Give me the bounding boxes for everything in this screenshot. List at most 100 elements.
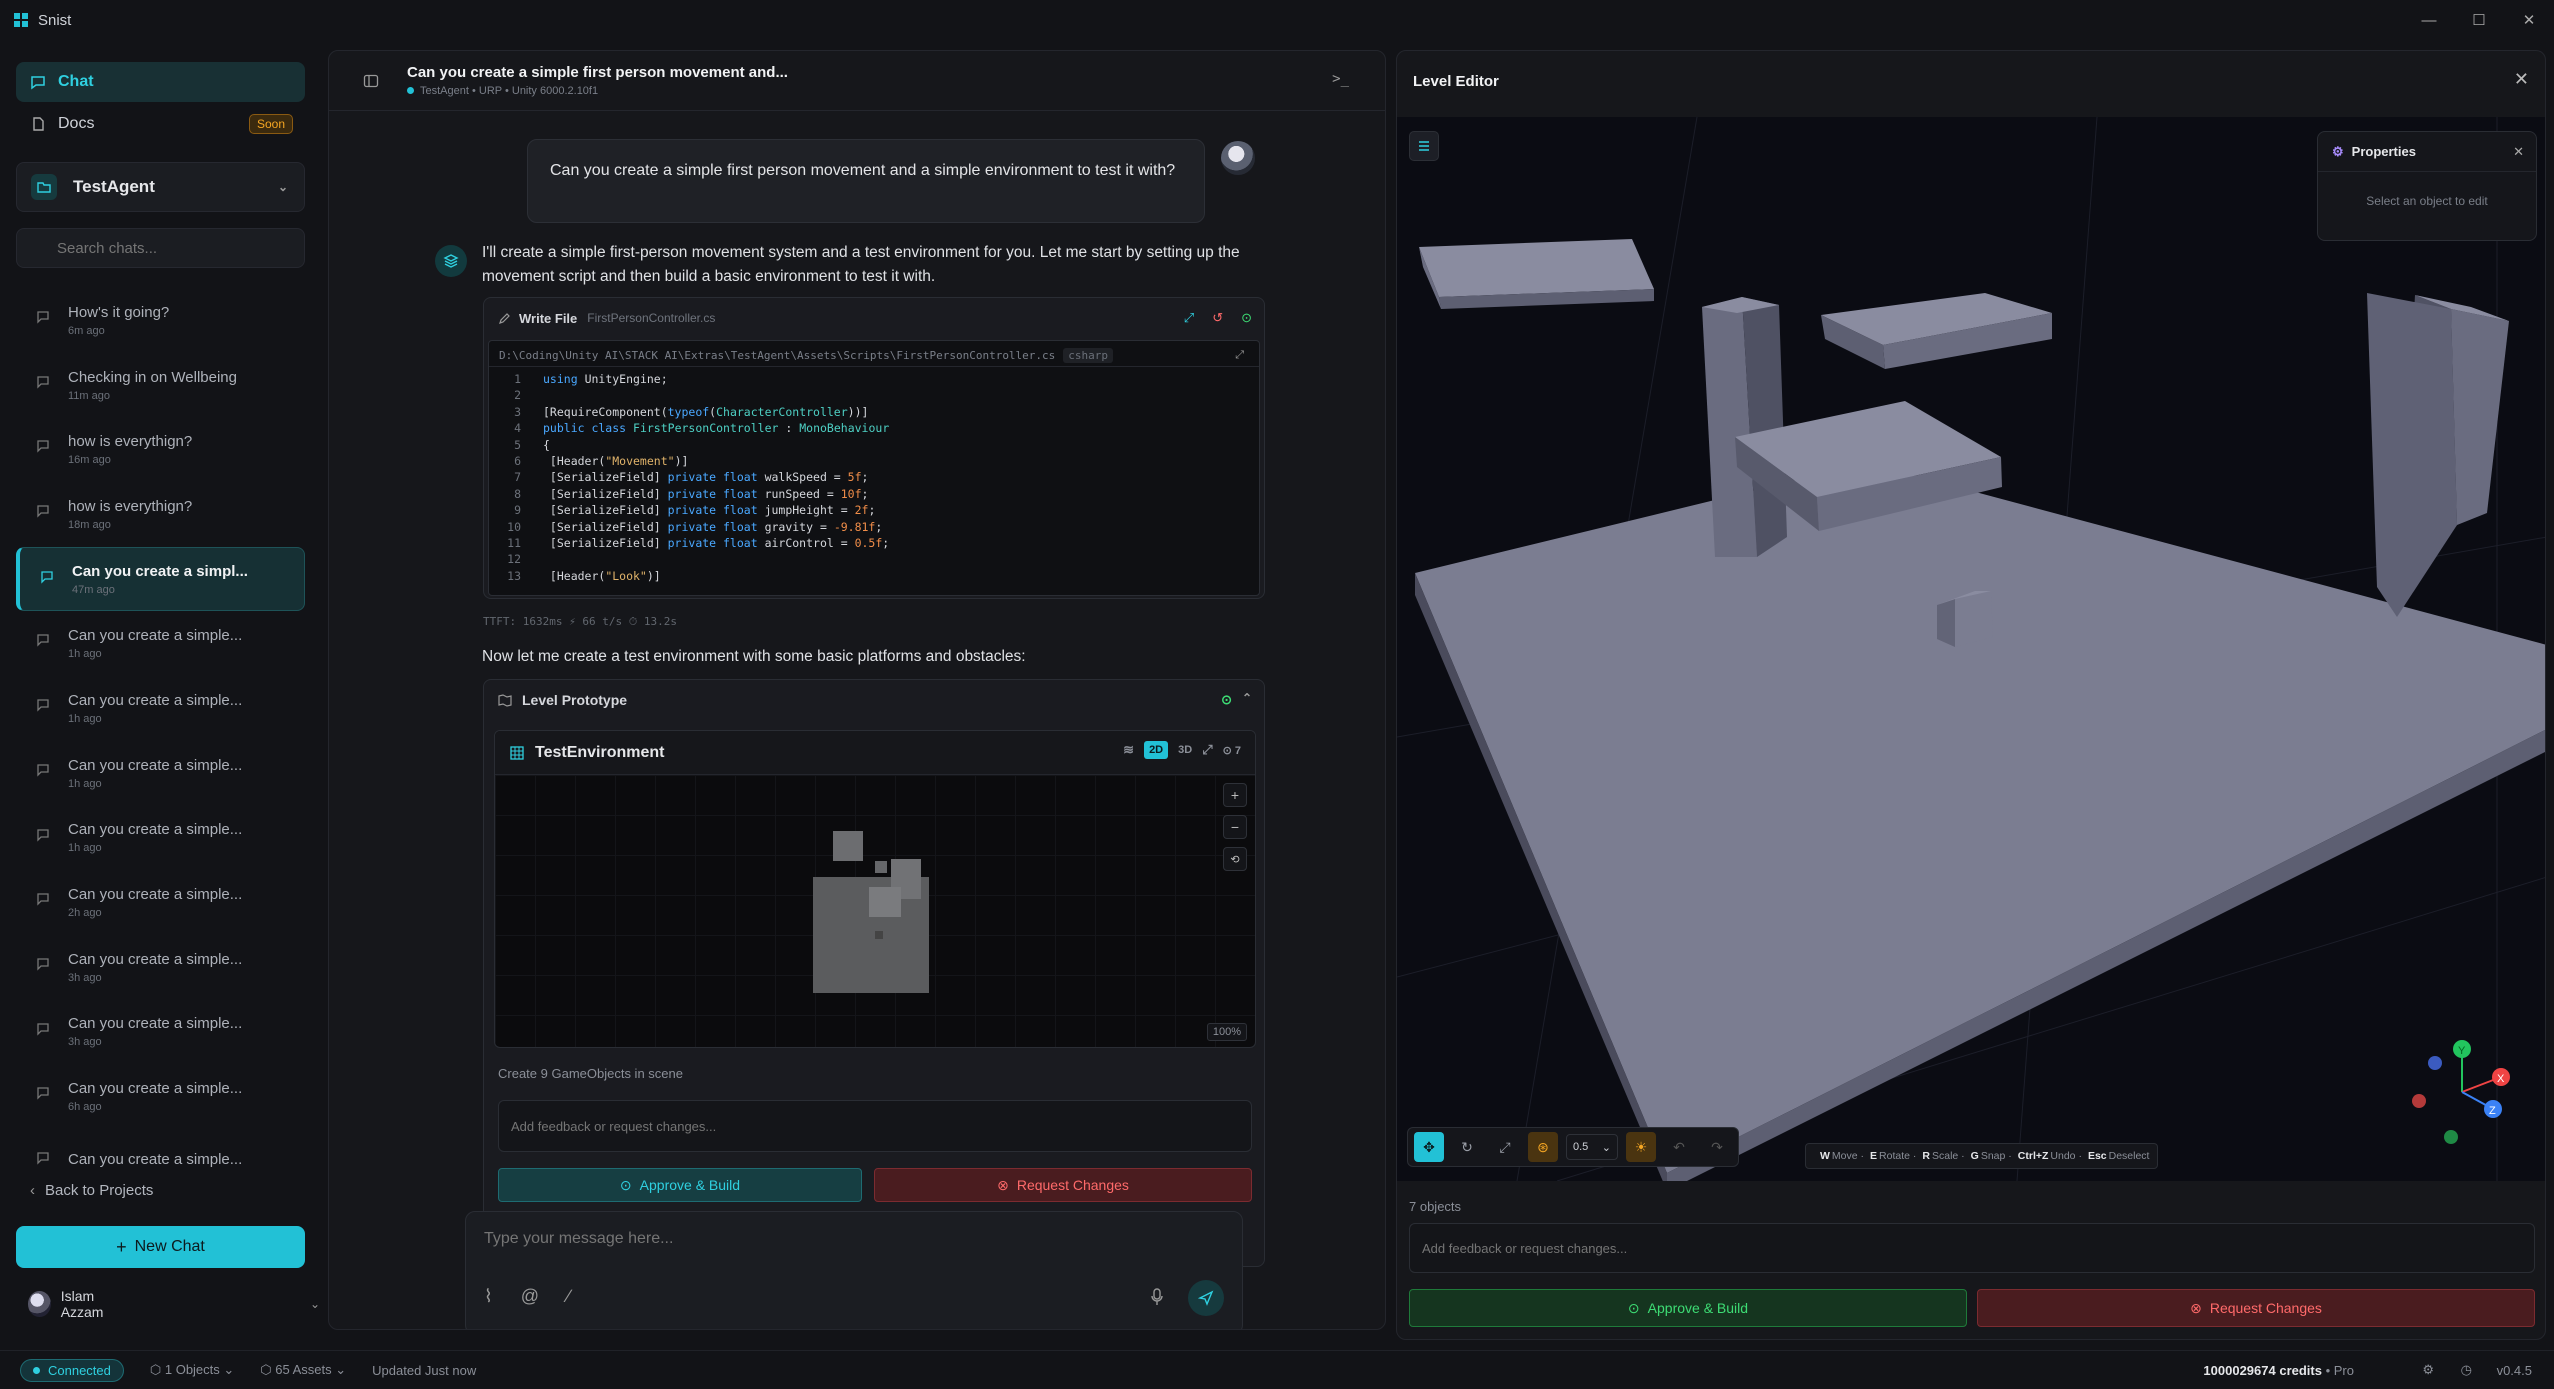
- nav-chat[interactable]: Chat: [16, 62, 305, 102]
- hint-key: R: [1922, 1150, 1930, 1162]
- close-window-button[interactable]: ✕: [2504, 0, 2554, 40]
- chat-time: 18m ago: [68, 518, 111, 531]
- chat-title: How's it going?: [68, 303, 170, 321]
- axis-gizmo[interactable]: Y X Z: [2407, 1037, 2517, 1147]
- prototype-feedback-input[interactable]: [498, 1100, 1252, 1152]
- chat-list-item[interactable]: How's it going? 6m ago: [16, 288, 305, 353]
- assets-dropdown[interactable]: ⬡ 65 Assets ⌄: [260, 1362, 346, 1378]
- project-selector[interactable]: TestAgent ⌄: [16, 162, 305, 212]
- redo-button[interactable]: ↷: [1702, 1132, 1732, 1162]
- chat-list-item[interactable]: how is everythign? 18m ago: [16, 482, 305, 547]
- snap-toggle-button[interactable]: ⊛: [1528, 1132, 1558, 1162]
- snap-value-select[interactable]: 0.5 ⌄: [1566, 1134, 1618, 1160]
- mode-3d-toggle[interactable]: 3D: [1178, 744, 1192, 756]
- chat-title: Can you create a simple first person mov…: [407, 64, 788, 81]
- chat-bubble-icon: [37, 893, 49, 906]
- user-name: Islam Azzam: [60, 1288, 104, 1320]
- prototype-canvas[interactable]: + − ⟲ 100%: [495, 775, 1255, 1047]
- chevron-down-icon: ⌄: [1601, 1141, 1611, 1154]
- status-dot: [33, 1366, 40, 1374]
- zoom-out-button[interactable]: −: [1223, 815, 1247, 839]
- chat-bubble-icon: [37, 376, 49, 389]
- editor-approve-label: Approve & Build: [1647, 1300, 1749, 1316]
- chat-list-item[interactable]: Can you create a simple... 1h ago: [16, 676, 305, 741]
- lighting-toggle-button[interactable]: ☀: [1626, 1132, 1656, 1162]
- chat-bubble-icon: [37, 505, 49, 518]
- write-file-card: Write File FirstPersonController.cs ⤢ ↺ …: [483, 297, 1265, 599]
- settings-icon[interactable]: ⚙: [2422, 1362, 2434, 1378]
- level-prototype-card: Level Prototype ⊙ ⌃ TestEnvironment ≋ 2D…: [483, 679, 1265, 1267]
- level-editor-title: Level Editor: [1413, 73, 1499, 90]
- chat-bubble-icon: [37, 764, 49, 777]
- connection-status[interactable]: Connected: [20, 1358, 124, 1382]
- mode-2d-toggle[interactable]: 2D: [1144, 741, 1169, 759]
- user-menu[interactable]: Islam Azzam ⌄: [28, 1288, 320, 1320]
- chevron-down-icon: ⌄: [309, 1297, 320, 1311]
- terminal-icon[interactable]: >_: [1332, 71, 1349, 87]
- chat-list-item[interactable]: Checking in on Wellbeing 11m ago: [16, 353, 305, 418]
- message-input[interactable]: [484, 1230, 1184, 1248]
- revert-icon[interactable]: ↺: [1212, 310, 1223, 326]
- scale-tool-button[interactable]: ⤢: [1490, 1132, 1520, 1162]
- 3d-viewport[interactable]: ⚙ Properties ✕ Select an object to edit Y…: [1397, 117, 2545, 1181]
- write-file-label: Write File: [519, 310, 578, 326]
- move-tool-button[interactable]: ✥: [1414, 1132, 1444, 1162]
- editor-feedback-input[interactable]: [1409, 1223, 2535, 1273]
- slash-command-icon[interactable]: ∕: [567, 1286, 570, 1307]
- snap-value: 0.5: [1573, 1141, 1589, 1153]
- new-chat-button[interactable]: + New Chat: [16, 1226, 305, 1268]
- hint-text: Move ·: [1831, 1150, 1865, 1162]
- request-label: Request Changes: [1016, 1177, 1129, 1193]
- close-icon[interactable]: ✕: [2514, 69, 2529, 90]
- chat-title: how is everythign?: [68, 433, 193, 451]
- back-to-projects-link[interactable]: ‹ Back to Projects: [30, 1182, 153, 1199]
- chat-list-item[interactable]: Can you create a simple... 3h ago: [16, 1000, 305, 1065]
- chat-list-item[interactable]: Can you create a simple... 1h ago: [16, 741, 305, 806]
- last-updated: Updated Just now: [372, 1362, 477, 1378]
- expand-icon[interactable]: ⤢: [1202, 742, 1212, 758]
- mention-icon[interactable]: @: [521, 1286, 539, 1307]
- sidebar-toggle-icon[interactable]: [363, 73, 379, 89]
- chevron-up-icon[interactable]: ⌃: [1242, 691, 1252, 705]
- rotate-tool-button[interactable]: ↻: [1452, 1132, 1482, 1162]
- chat-list-item[interactable]: Can you create a simple... 6h ago: [16, 1064, 305, 1129]
- fullscreen-icon[interactable]: ⤢: [1230, 347, 1249, 363]
- chat-list-item[interactable]: Can you create a simple... 1h ago: [16, 611, 305, 676]
- history-icon[interactable]: ◷: [2461, 1362, 2472, 1378]
- send-button[interactable]: [1188, 1280, 1224, 1316]
- code-lang-badge: csharp: [1063, 348, 1114, 363]
- nav-docs[interactable]: Docs Soon: [16, 104, 305, 144]
- chat-bubble-icon: [37, 1022, 49, 1036]
- chat-list-item[interactable]: Can you create a simpl... 47m ago: [16, 546, 305, 612]
- editor-approve-build-button[interactable]: ⊙ Approve & Build: [1409, 1289, 1967, 1327]
- chat-list-item[interactable]: Can you create a simple... 2h ago: [16, 870, 305, 935]
- search-input[interactable]: [16, 228, 305, 268]
- chat-list-item[interactable]: Can you create a simple... 1h ago: [16, 806, 305, 871]
- assistant-message: I'll create a simple first-person moveme…: [482, 244, 1240, 285]
- chat-title: Can you create a simple...: [68, 691, 243, 709]
- chat-list-item[interactable]: Can you create a simple... 3h ago: [16, 935, 305, 1000]
- microphone-icon[interactable]: [1150, 1288, 1164, 1311]
- paperclip-icon[interactable]: ⌇: [484, 1286, 493, 1307]
- chat-bubble-icon: [37, 1087, 49, 1100]
- check-circle-icon: ⊙: [1241, 310, 1252, 325]
- reset-view-button[interactable]: ⟲: [1223, 847, 1247, 871]
- object-count: 7 objects: [1409, 1199, 1462, 1214]
- object-count: 7: [1234, 744, 1241, 757]
- layers-icon[interactable]: ≋: [1123, 742, 1134, 758]
- cube-icon: ⬡: [149, 1362, 165, 1377]
- status-bar: Connected ⬡ 1 Objects ⌄ ⬡ 65 Assets ⌄ Up…: [0, 1350, 2554, 1389]
- editor-request-changes-button[interactable]: ⊗ Request Changes: [1977, 1289, 2535, 1327]
- zoom-in-button[interactable]: +: [1223, 783, 1247, 807]
- objects-dropdown[interactable]: ⬡ 1 Objects ⌄: [150, 1362, 234, 1378]
- maximize-button[interactable]: ☐: [2454, 0, 2504, 40]
- close-icon[interactable]: ✕: [2513, 144, 2524, 160]
- minimize-button[interactable]: —: [2404, 0, 2454, 40]
- undo-button[interactable]: ↶: [1664, 1132, 1694, 1162]
- outliner-button[interactable]: [1409, 131, 1439, 161]
- expand-icon[interactable]: ⤢: [1184, 310, 1194, 326]
- request-changes-button[interactable]: ⊗ Request Changes: [874, 1168, 1252, 1202]
- keyboard-hints: W Move · E Rotate · R Scale · G Snap · Ctrl+…: [1805, 1143, 2159, 1169]
- chat-list-item[interactable]: how is everythign? 16m ago: [16, 417, 305, 482]
- approve-build-button[interactable]: ⊙ Approve & Build: [498, 1168, 862, 1202]
